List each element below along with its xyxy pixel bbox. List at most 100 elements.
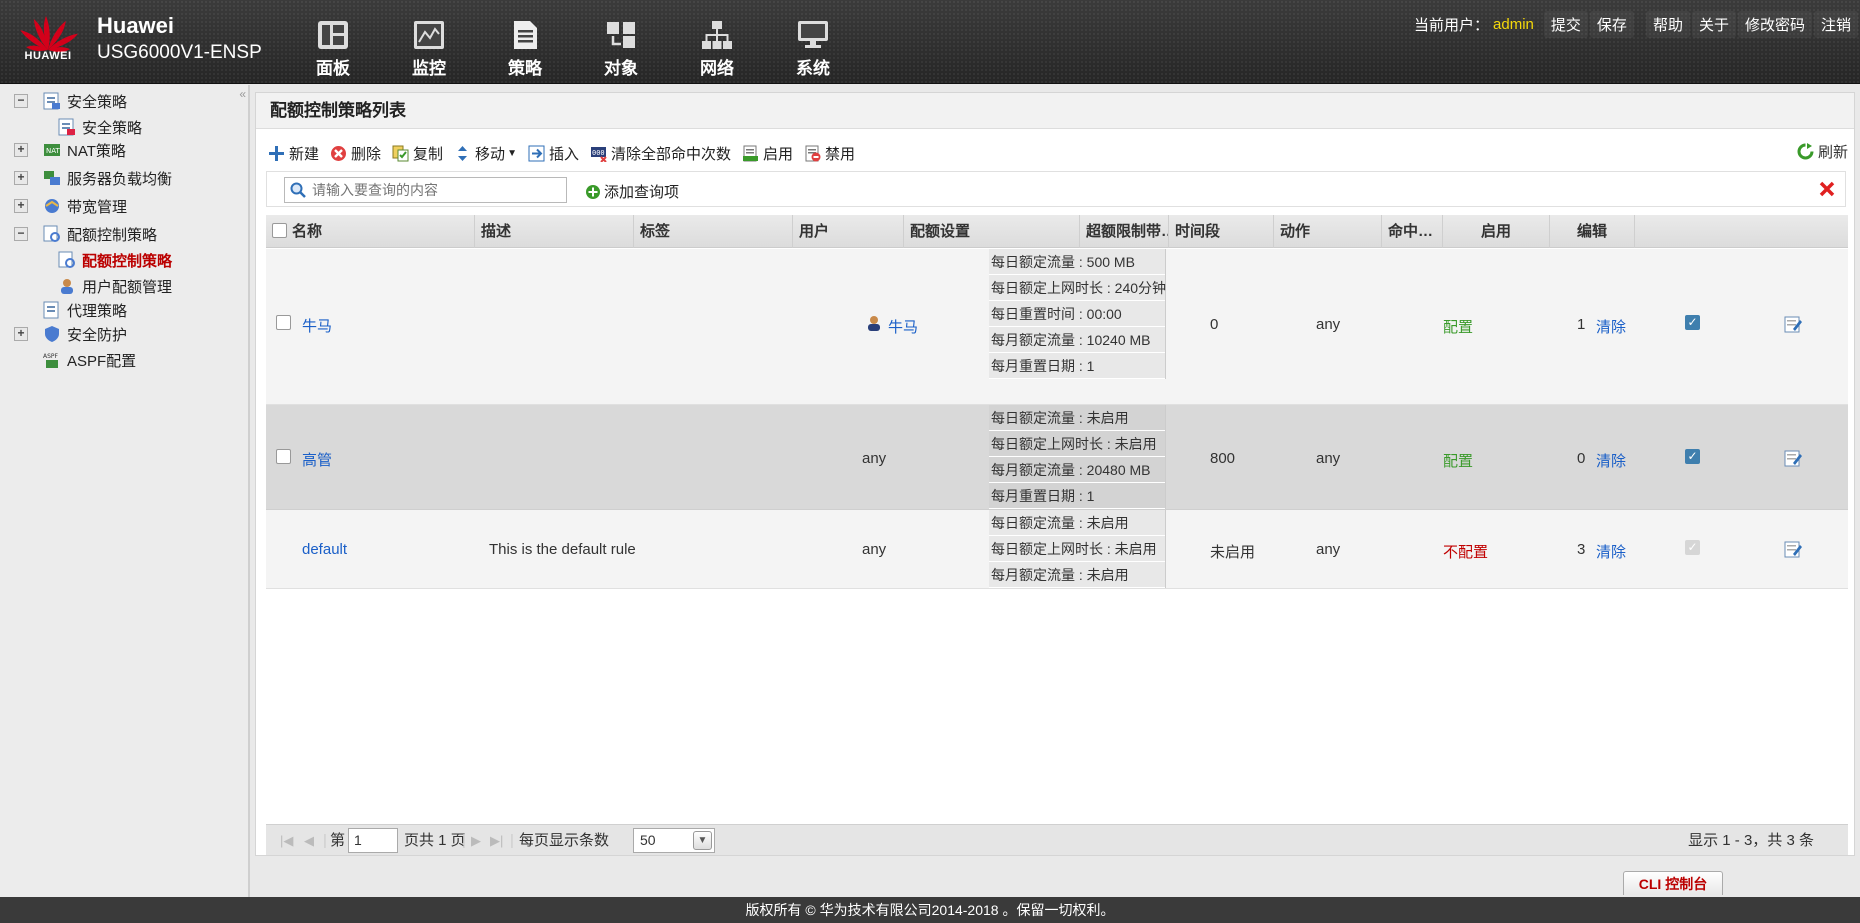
action-value[interactable]: 不配置 (1443, 541, 1488, 562)
disable-button[interactable]: 禁用 (804, 143, 855, 164)
nav-policy[interactable]: 策略 (485, 0, 565, 84)
per-page-select[interactable]: 50 ▼ (633, 828, 715, 853)
record-summary: 显示 1 - 3，共 3 条 (1688, 832, 1814, 849)
column-header-enable[interactable]: 启用 (1443, 215, 1550, 248)
monitor-chart-icon (414, 21, 444, 49)
policy-name-link[interactable]: 牛马 (302, 315, 332, 336)
sidebar-collapse-icon[interactable]: « (239, 87, 246, 101)
sidebar-item-security-protection[interactable]: + 安全防护 (0, 321, 127, 347)
nav-object[interactable]: 对象 (581, 0, 661, 84)
change-password-link[interactable]: 修改密码 (1737, 10, 1812, 38)
row-checkbox[interactable] (276, 315, 291, 330)
over-limit-value: 800 (1210, 450, 1236, 467)
action-value[interactable]: 配置 (1443, 316, 1473, 337)
collapse-toggle[interactable]: − (14, 94, 28, 108)
refresh-button[interactable]: 刷新 (1797, 141, 1848, 162)
enable-button[interactable]: 启用 (742, 143, 793, 164)
sidebar-item-aspf[interactable]: ASPF ASPF配置 (0, 347, 136, 373)
column-header-name[interactable]: 名称 (266, 215, 475, 248)
collapse-toggle[interactable]: − (14, 227, 28, 241)
copy-button[interactable]: 复制 (392, 143, 443, 164)
select-all-checkbox[interactable] (272, 223, 287, 238)
plus-icon (269, 145, 284, 161)
svg-text:ASPF: ASPF (43, 353, 59, 360)
action-value[interactable]: 配置 (1443, 450, 1473, 471)
sidebar-item-label: 安全策略 (82, 119, 143, 137)
expand-toggle[interactable]: + (14, 199, 28, 213)
save-button[interactable]: 保存 (1589, 10, 1634, 38)
nav-dashboard[interactable]: 面板 (293, 0, 373, 84)
panel-title: 配额控制策略列表 (256, 93, 1854, 129)
clear-hits-link[interactable]: 清除 (1596, 316, 1626, 337)
sidebar-item-bandwidth[interactable]: + 带宽管理 (0, 193, 127, 219)
search-input[interactable] (310, 180, 560, 200)
nav-monitor[interactable]: 监控 (389, 0, 469, 84)
policy-name-link[interactable]: 高管 (302, 449, 332, 470)
clear-hits-link[interactable]: 清除 (1596, 541, 1626, 562)
add-query-button[interactable]: 添加查询项 (585, 181, 679, 202)
next-page-icon[interactable]: ▶ (471, 825, 481, 856)
toolbar: 新建 删除 复制 移动 ▼ 插入 000 清除全部命中次数 启用 禁用 刷新 (268, 141, 1848, 165)
delete-button[interactable]: 删除 (330, 143, 381, 164)
description-value: This is the default rule (489, 541, 636, 558)
about-link[interactable]: 关于 (1691, 10, 1736, 38)
sidebar-item-nat[interactable]: + NAT NAT策略 (0, 137, 126, 163)
first-page-icon[interactable]: |◀ (280, 825, 293, 856)
sidebar-item-quota-control[interactable]: − 配额控制策略 (0, 221, 157, 247)
column-header-description[interactable]: 描述 (475, 215, 634, 248)
disable-doc-icon (805, 145, 821, 161)
edit-icon[interactable] (1784, 449, 1802, 467)
quota-policy-panel: 配额控制策略列表 新建 删除 复制 移动 ▼ 插入 000 清除全部命中次数 启… (255, 92, 1855, 856)
time-range-value: any (1316, 316, 1341, 333)
column-header-edit[interactable]: 编辑 (1550, 215, 1635, 248)
prev-page-icon[interactable]: ◀ (304, 825, 314, 856)
table-row[interactable]: 高管 any 每日额定流量 : 未启用 每日额定上网时长 : 未启用 每月额定流… (266, 405, 1848, 510)
nav-label: 监控 (412, 59, 446, 78)
logout-link[interactable]: 注销 (1813, 10, 1858, 38)
counter-clear-icon: 000 (590, 146, 607, 162)
quota-icon (43, 225, 60, 242)
expand-toggle[interactable]: + (14, 171, 28, 185)
sidebar-item-slb[interactable]: + 服务器负载均衡 (0, 165, 172, 191)
sidebar-item-quota-control-sub[interactable]: 配额控制策略 (58, 247, 172, 273)
column-header-action[interactable]: 动作 (1274, 215, 1382, 248)
insert-button[interactable]: 插入 (528, 143, 579, 164)
new-button[interactable]: 新建 (268, 143, 319, 164)
sidebar-item-security-policy[interactable]: − 安全策略 (0, 88, 127, 114)
last-page-icon[interactable]: ▶| (490, 825, 503, 856)
table-row[interactable]: default This is the default rule any 每日额… (266, 510, 1848, 589)
clear-hits-link[interactable]: 清除 (1596, 450, 1626, 471)
column-header-hits[interactable]: 命中… (1382, 215, 1443, 248)
column-header-user[interactable]: 用户 (793, 215, 904, 248)
table-row[interactable]: 牛马 牛马 每日额定流量 : 500 MB 每日额定上网时长 : 240分钟 每… (266, 249, 1848, 405)
enable-checkbox[interactable]: ✓ (1685, 315, 1700, 330)
column-header-quota[interactable]: 配额设置 (904, 215, 1080, 248)
help-link[interactable]: 帮助 (1645, 10, 1690, 38)
column-header-time-range[interactable]: 时间段 (1169, 215, 1274, 248)
submit-button[interactable]: 提交 (1543, 10, 1588, 38)
expand-toggle[interactable]: + (14, 143, 28, 157)
policy-name-link[interactable]: default (302, 541, 347, 558)
enable-checkbox[interactable]: ✓ (1685, 449, 1700, 464)
edit-icon[interactable] (1784, 315, 1802, 333)
expand-toggle[interactable]: + (14, 327, 28, 341)
edit-icon[interactable] (1784, 540, 1802, 558)
column-header-tag[interactable]: 标签 (634, 215, 793, 248)
sidebar-item-user-quota[interactable]: 用户配额管理 (58, 273, 172, 299)
clear-search-icon[interactable] (1819, 181, 1835, 197)
column-header-over-limit[interactable]: 超额限制带… (1080, 215, 1169, 248)
caret-down-icon: ▼ (507, 147, 517, 159)
copy-label: 复制 (413, 145, 444, 163)
nav-system[interactable]: 系统 (773, 0, 853, 84)
cli-console-tab[interactable]: CLI 控制台 (1623, 871, 1723, 895)
row-checkbox[interactable] (276, 449, 291, 464)
sidebar-item-proxy[interactable]: 代理策略 (0, 297, 127, 323)
page-number-input[interactable]: 1 (348, 828, 398, 853)
clear-all-hits-button[interactable]: 000 清除全部命中次数 (590, 143, 731, 164)
quota-line: 每日额定流量 : 500 MB (989, 249, 1165, 275)
move-dropdown[interactable]: 移动 ▼ (454, 143, 517, 164)
insert-label: 插入 (548, 145, 579, 163)
logo-text: HUAWEI (24, 50, 72, 62)
user-link[interactable]: 牛马 (888, 316, 918, 337)
nav-network[interactable]: 网络 (677, 0, 757, 84)
